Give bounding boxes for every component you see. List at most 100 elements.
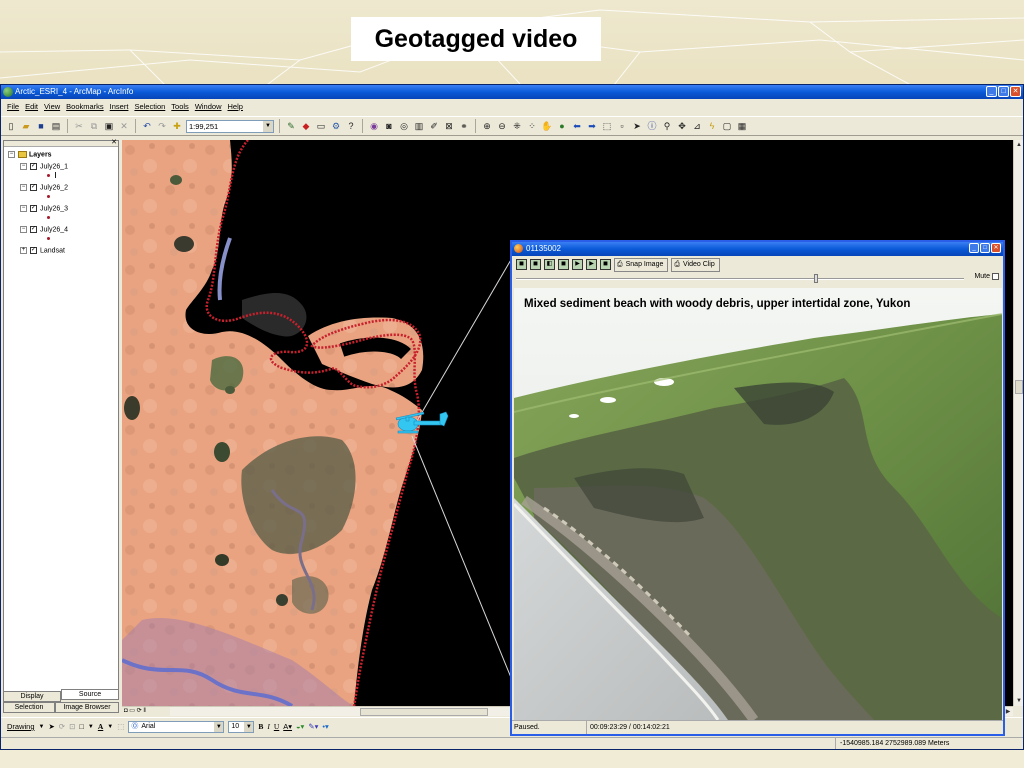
window-titlebar[interactable]: Arctic_ESRI_4 - ArcMap - ArcInfo _ □ ✕ — [1, 85, 1023, 99]
drawing-menu[interactable]: Drawing — [7, 722, 35, 731]
paste-icon[interactable]: ▣ — [103, 120, 115, 132]
layer-checkbox[interactable]: ✓ — [30, 163, 37, 170]
pencil-icon[interactable]: ✐ — [428, 120, 440, 132]
line-color-icon[interactable]: ✎▾ — [308, 722, 318, 731]
close-button[interactable]: ✕ — [1010, 86, 1021, 97]
rectangle-icon[interactable]: □ — [79, 722, 84, 731]
collapse-icon[interactable]: − — [20, 184, 27, 191]
toc-layer-july26-2[interactable]: − ✓ July26_2 — [20, 184, 68, 191]
step-back-icon[interactable]: ◼ — [530, 259, 541, 270]
video-seek-bar[interactable]: Mute — [512, 273, 1003, 285]
fill-color-icon[interactable]: ◒▾ — [296, 722, 304, 731]
mute-checkbox[interactable] — [992, 273, 999, 280]
scroll-thumb[interactable] — [1015, 380, 1023, 394]
menu-insert[interactable]: Insert — [110, 100, 129, 114]
arctoolbox-icon[interactable]: ◆ — [300, 120, 312, 132]
menu-help[interactable]: Help — [228, 100, 243, 114]
cut-icon[interactable]: ✂ — [73, 120, 85, 132]
fixed-zoom-out-icon[interactable]: ⁘ — [526, 120, 538, 132]
editor-icon[interactable]: ✎ — [285, 120, 297, 132]
pan-hand-icon[interactable]: ✋ — [541, 120, 553, 132]
time-slider-icon[interactable]: ▦ — [736, 120, 748, 132]
copy-icon[interactable]: ⧉ — [88, 120, 100, 132]
pointer-icon[interactable]: ➤ — [631, 120, 643, 132]
go-to-end-icon[interactable]: ◼ — [600, 259, 611, 270]
open-folder-icon[interactable]: ▰ — [20, 120, 32, 132]
toc-layer-landsat[interactable]: + ✓ Landsat — [20, 247, 65, 254]
camera-icon[interactable]: ◙ — [383, 120, 395, 132]
measure-icon[interactable]: ⊿ — [691, 120, 703, 132]
menu-bookmarks[interactable]: Bookmarks — [66, 100, 104, 114]
scroll-down-icon[interactable]: ▼ — [1015, 697, 1023, 705]
maximize-button[interactable]: □ — [998, 86, 1009, 97]
toc-layer-july26-3[interactable]: − ✓ July26_3 — [20, 205, 68, 212]
toc-layer-july26-4[interactable]: − ✓ July26_4 — [20, 226, 68, 233]
tab-display[interactable]: Display — [3, 691, 61, 702]
fixed-zoom-in-icon[interactable]: ⁜ — [511, 120, 523, 132]
forward-arrow-icon[interactable]: ➡ — [586, 120, 598, 132]
layer-checkbox[interactable]: ✓ — [30, 205, 37, 212]
save-icon[interactable]: ■ — [35, 120, 47, 132]
whats-this-icon[interactable]: ? — [345, 120, 357, 132]
view-switch-buttons[interactable]: ◘ ▭ ⟳ ‖ — [122, 707, 170, 716]
menu-view[interactable]: View — [44, 100, 60, 114]
chevron-down-icon[interactable]: ▼ — [39, 724, 45, 730]
command-line-icon[interactable]: ▭ — [315, 120, 327, 132]
model-icon[interactable]: ⚙ — [330, 120, 342, 132]
collapse-icon[interactable]: − — [20, 226, 27, 233]
map-vertical-scrollbar[interactable]: ▲ ▼ — [1013, 140, 1023, 706]
rotate-icon[interactable]: ⟳ — [59, 722, 65, 731]
full-extent-globe-icon[interactable]: ● — [556, 120, 568, 132]
play-icon[interactable]: ▶ — [572, 259, 583, 270]
zoom-whole-page-icon[interactable]: ⊡ — [69, 722, 75, 731]
undo-icon[interactable]: ↶ — [141, 120, 153, 132]
rewind-icon[interactable]: ◧ — [544, 259, 555, 270]
minimize-button[interactable]: _ — [969, 243, 979, 253]
chevron-down-icon[interactable]: ▼ — [88, 724, 94, 730]
zoom-out-icon[interactable]: ⊖ — [496, 120, 508, 132]
collapse-icon[interactable]: − — [20, 205, 27, 212]
helicopter-icon[interactable] — [394, 402, 452, 440]
tab-image-browser[interactable]: Image Browser — [55, 702, 119, 713]
link-icon[interactable]: ⚭ — [458, 120, 470, 132]
clear-selection-icon[interactable]: ▫ — [616, 120, 628, 132]
menu-tools[interactable]: Tools — [171, 100, 189, 114]
font-select[interactable]: Ⓞ Arial ▼ — [128, 720, 225, 733]
select-features-icon[interactable]: ⬚ — [601, 120, 613, 132]
underline-button[interactable]: U — [274, 722, 279, 731]
tab-source[interactable]: Source — [61, 689, 119, 700]
back-arrow-icon[interactable]: ⬅ — [571, 120, 583, 132]
font-color-icon[interactable]: A▾ — [283, 722, 292, 731]
collapse-icon[interactable]: − — [8, 151, 15, 158]
new-text-icon[interactable]: A — [98, 722, 103, 731]
italic-button[interactable]: I — [267, 722, 270, 731]
step-forward-icon[interactable]: ▶ — [586, 259, 597, 270]
snap-image-button[interactable]: ⎙ Snap Image — [614, 257, 669, 272]
chevron-down-icon[interactable]: ▼ — [263, 120, 273, 132]
add-data-icon[interactable]: ✚ — [171, 120, 183, 132]
bold-button[interactable]: B — [258, 722, 263, 731]
mute-toggle[interactable]: Mute — [974, 273, 999, 280]
menu-file[interactable]: File — [7, 100, 19, 114]
select-elements-icon[interactable]: ➤ — [48, 722, 54, 731]
chevron-down-icon[interactable]: ▼ — [214, 721, 224, 732]
maximize-button[interactable]: □ — [980, 243, 990, 253]
marker-color-icon[interactable]: •▾ — [322, 722, 328, 731]
scroll-thumb[interactable] — [360, 708, 488, 716]
menu-selection[interactable]: Selection — [134, 100, 165, 114]
menu-window[interactable]: Window — [195, 100, 222, 114]
go-to-start-icon[interactable]: ◼ — [516, 259, 527, 270]
layout-icon[interactable]: ▥ — [413, 120, 425, 132]
close-button[interactable]: ✕ — [991, 243, 1001, 253]
chevron-down-icon[interactable]: ▼ — [107, 724, 113, 730]
hyperlink-icon[interactable]: ϟ — [706, 120, 718, 132]
print-icon[interactable]: ▤ — [50, 120, 62, 132]
expand-icon[interactable]: + — [20, 247, 27, 254]
toc-root-layers[interactable]: − Layers — [8, 151, 52, 158]
toc-layer-july26-1[interactable]: − ✓ July26_1 — [20, 163, 68, 170]
redo-icon[interactable]: ↷ — [156, 120, 168, 132]
font-size-select[interactable]: 10 ▼ — [228, 720, 255, 733]
scroll-right-icon[interactable]: ▶ — [1004, 708, 1012, 716]
minimize-button[interactable]: _ — [986, 86, 997, 97]
map-scale-box[interactable]: 1:99,251 ▼ — [186, 119, 274, 133]
